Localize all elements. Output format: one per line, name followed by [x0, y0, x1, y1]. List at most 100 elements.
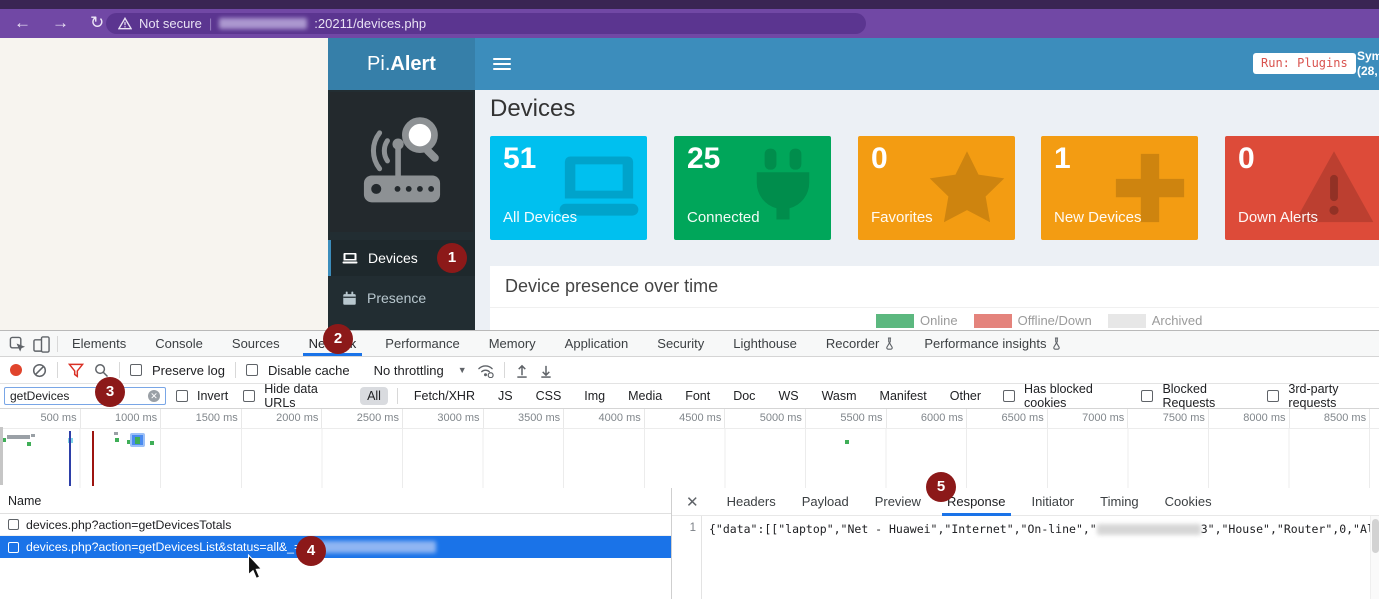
app-logo[interactable]: Pi.Alert [328, 38, 475, 90]
hamburger-menu-icon[interactable] [493, 58, 511, 73]
stat-card-all-devices[interactable]: 51 All Devices [490, 136, 647, 240]
clear-filter-icon[interactable]: ✕ [148, 390, 160, 402]
sidebar-item-presence[interactable]: Presence [328, 280, 475, 316]
stat-label: Connected [687, 209, 760, 226]
back-icon[interactable]: ← [14, 12, 31, 34]
tab-performance[interactable]: Performance [385, 331, 459, 356]
stat-card-new-devices[interactable]: 1 New Devices [1041, 136, 1198, 240]
address-bar[interactable]: Not secure | :20211/devices.php [106, 13, 866, 34]
stat-value: 1 [1054, 142, 1071, 176]
tab-lighthouse[interactable]: Lighthouse [733, 331, 797, 356]
filter-type-css[interactable]: CSS [529, 387, 569, 405]
network-overview-waterfall[interactable] [0, 429, 1379, 488]
router-logo-image [330, 92, 473, 232]
redacted-response-value [1097, 524, 1201, 535]
hide-data-urls-checkbox[interactable] [243, 390, 255, 402]
brand-prefix: Pi. [367, 53, 390, 75]
preserve-log-checkbox[interactable] [130, 364, 142, 376]
request-row-selected[interactable]: devices.php?action=getDevicesList&status… [0, 536, 671, 558]
network-conditions-icon[interactable] [477, 363, 494, 378]
record-button[interactable] [10, 364, 22, 376]
filter-type-media[interactable]: Media [621, 387, 669, 405]
tab-elements[interactable]: Elements [72, 331, 126, 356]
filter-icon[interactable] [68, 363, 84, 378]
throttling-select[interactable]: No throttling [374, 363, 444, 378]
export-har-icon[interactable] [539, 363, 553, 378]
filter-type-other[interactable]: Other [943, 387, 988, 405]
ruler-tick: 5000 ms [725, 409, 806, 428]
tab-application[interactable]: Application [565, 331, 629, 356]
stat-card-connected[interactable]: 25 Connected [674, 136, 831, 240]
load-event-marker [92, 431, 94, 486]
request-list-header[interactable]: Name [0, 488, 671, 514]
waterfall-bar [114, 432, 118, 435]
ruler-tick: 5500 ms [806, 409, 887, 428]
chevron-down-icon: ▼ [458, 365, 467, 375]
request-dot [27, 442, 31, 446]
request-row[interactable]: devices.php?action=getDevicesTotals [0, 514, 671, 536]
warning-icon [118, 17, 132, 30]
filter-type-img[interactable]: Img [577, 387, 612, 405]
filter-input[interactable]: getDevices ✕ [4, 387, 166, 405]
blocked-requests-checkbox[interactable] [1141, 390, 1153, 402]
search-icon[interactable] [94, 363, 109, 378]
tab-security[interactable]: Security [657, 331, 704, 356]
tab-recorder[interactable]: Recorder [826, 331, 895, 356]
filter-type-all[interactable]: All [360, 387, 388, 405]
selected-request-marker [130, 433, 145, 447]
filter-type-js[interactable]: JS [491, 387, 520, 405]
response-body[interactable]: {"data":[["laptop","Net - Huawei","Inter… [703, 516, 1370, 599]
waterfall-bar [31, 434, 35, 437]
request-checkbox[interactable] [8, 519, 19, 530]
app-main-content: Devices 51 All Devices 25 Connected [475, 90, 1379, 330]
has-blocked-cookies-checkbox[interactable] [1003, 390, 1015, 402]
forward-icon[interactable]: → [52, 12, 69, 34]
filter-type-manifest[interactable]: Manifest [873, 387, 934, 405]
device-toolbar-icon[interactable] [33, 336, 50, 353]
stat-card-favorites[interactable]: 0 Favorites [858, 136, 1015, 240]
ruler-tick: 6500 ms [967, 409, 1048, 428]
legend-item-offline: Offline/Down [974, 313, 1092, 328]
clear-icon[interactable] [32, 363, 47, 378]
tab-timing[interactable]: Timing [1100, 488, 1139, 516]
annotation-badge-1: 1 [437, 243, 467, 273]
reload-icon[interactable]: ↻ [90, 12, 104, 34]
filter-type-font[interactable]: Font [678, 387, 717, 405]
request-checkbox[interactable] [8, 542, 19, 553]
filter-type-fetch-xhr[interactable]: Fetch/XHR [407, 387, 482, 405]
star-icon [925, 146, 1009, 230]
close-icon[interactable]: ✕ [686, 493, 699, 511]
disable-cache-checkbox[interactable] [246, 364, 258, 376]
filter-type-wasm[interactable]: Wasm [815, 387, 864, 405]
tab-sources[interactable]: Sources [232, 331, 280, 356]
tab-initiator[interactable]: Initiator [1032, 488, 1075, 516]
tab-performance-insights[interactable]: Performance insights [924, 331, 1062, 356]
tab-cookies[interactable]: Cookies [1165, 488, 1212, 516]
tab-headers[interactable]: Headers [727, 488, 776, 516]
tab-memory[interactable]: Memory [489, 331, 536, 356]
stat-card-down-alerts[interactable]: 0 Down Alerts [1225, 136, 1379, 240]
inspect-element-icon[interactable] [9, 336, 26, 353]
tab-payload[interactable]: Payload [802, 488, 849, 516]
filter-type-doc[interactable]: Doc [726, 387, 762, 405]
scrollbar[interactable] [1370, 516, 1379, 599]
tab-console[interactable]: Console [155, 331, 203, 356]
tab-response[interactable]: Response [947, 488, 1006, 516]
line-number: 1 [690, 522, 696, 534]
hide-data-urls-label: Hide data URLs [264, 382, 343, 410]
invert-label: Invert [197, 389, 228, 403]
import-har-icon[interactable] [515, 363, 529, 378]
stat-value: 25 [687, 142, 720, 176]
third-party-requests-checkbox[interactable] [1267, 390, 1279, 402]
legend-swatch-archived [1108, 314, 1146, 328]
filter-type-ws[interactable]: WS [771, 387, 805, 405]
request-dot [115, 438, 119, 442]
blocked-requests-label: Blocked Requests [1162, 382, 1252, 410]
pialert-app: Pi.Alert Run: Plugins Sym (28, [328, 38, 1379, 330]
tab-preview[interactable]: Preview [875, 488, 921, 516]
divider [57, 336, 58, 352]
invert-checkbox[interactable] [176, 390, 188, 402]
run-plugins-button[interactable]: Run: Plugins [1253, 53, 1356, 74]
scrollbar[interactable] [0, 427, 3, 485]
stat-value: 51 [503, 142, 536, 176]
